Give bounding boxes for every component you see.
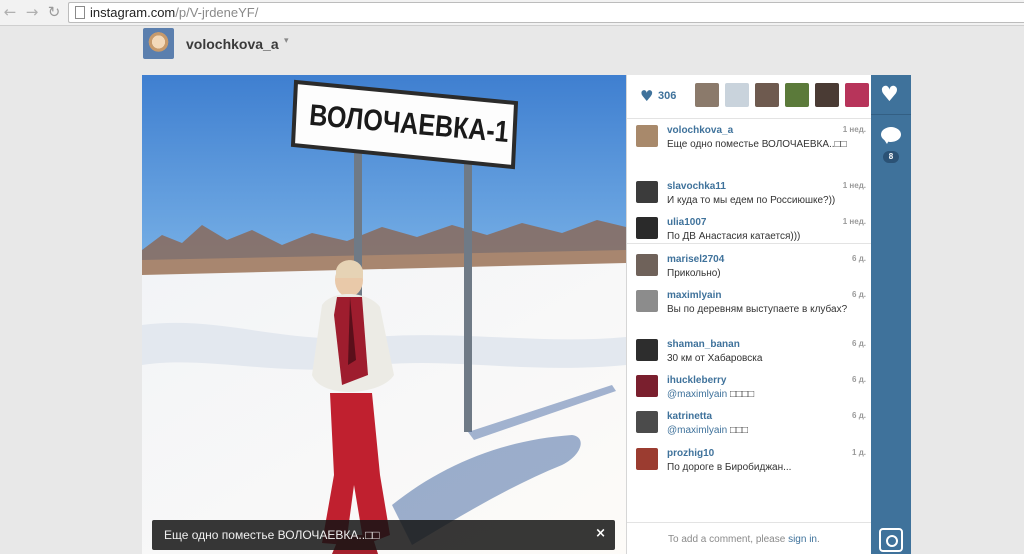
avatar[interactable]	[636, 125, 658, 147]
add-comment-prompt: To add a comment, please sign in.	[627, 522, 872, 554]
like-button[interactable]: ♥	[871, 75, 911, 115]
comment-timestamp: 1 нед.	[842, 125, 866, 134]
comment-timestamp: 6 д.	[852, 254, 866, 263]
comment-timestamp: 1 д.	[852, 448, 866, 457]
liker-avatar[interactable]	[815, 83, 839, 107]
comment-timestamp: 6 д.	[852, 339, 866, 348]
avatar[interactable]	[636, 217, 658, 239]
comment-timestamp: 6 д.	[852, 290, 866, 299]
comment-timestamp: 6 д.	[852, 411, 866, 420]
avatar[interactable]	[143, 28, 174, 59]
comment-text: 30 км от Хабаровска	[667, 353, 763, 364]
comment-count-badge: 8	[883, 151, 899, 163]
sign-in-link[interactable]: sign in	[788, 534, 817, 545]
liker-avatar[interactable]	[695, 83, 719, 107]
profile-username[interactable]: volochkova_a	[186, 36, 279, 52]
comment-username[interactable]: volochkova_a	[667, 125, 733, 136]
comment-divider	[627, 243, 872, 244]
comment-timestamp: 6 д.	[852, 375, 866, 384]
liker-avatar[interactable]	[845, 83, 869, 107]
mention-link[interactable]: @maximlyain	[667, 389, 727, 400]
comment-text: Прикольно)	[667, 268, 721, 279]
avatar[interactable]	[636, 448, 658, 470]
comment-text: Вы по деревням выступаете в клубах?	[667, 304, 848, 315]
chevron-down-icon[interactable]: ▾	[284, 36, 289, 46]
liker-avatar[interactable]	[755, 83, 779, 107]
liker-avatar[interactable]	[785, 83, 809, 107]
comment-username[interactable]: shaman_banan	[667, 339, 740, 350]
photo-caption: Еще одно поместье ВОЛОЧАЕВКА..□□	[164, 528, 380, 542]
reload-icon[interactable]: ↻	[46, 4, 62, 20]
like-count[interactable]: 306	[658, 90, 676, 102]
comment-username[interactable]: katrinetta	[667, 411, 712, 422]
avatar[interactable]	[636, 181, 658, 203]
photo-image: ВОЛОЧАЕВКА-1	[142, 75, 626, 554]
comment-timestamp: 1 нед.	[842, 217, 866, 226]
comment-text: И куда то мы едем по Россиюшке?))	[667, 195, 836, 206]
avatar[interactable]	[636, 411, 658, 433]
comment-text: По дороге в Биробиджан...	[667, 462, 792, 473]
avatar[interactable]	[636, 375, 658, 397]
comment-button[interactable]: 8	[871, 121, 911, 169]
caption-overlay: Еще одно поместье ВОЛОЧАЕВКА..□□ ×	[152, 520, 615, 550]
back-arrow-icon[interactable]: ←	[2, 4, 18, 20]
mention-link[interactable]: @maximlyain	[667, 425, 727, 436]
close-icon[interactable]: ×	[595, 526, 606, 541]
instagram-icon[interactable]	[879, 528, 903, 552]
avatar[interactable]	[636, 339, 658, 361]
address-bar[interactable]: instagram.com/p/V-jrdeneYF/	[68, 2, 1024, 23]
avatar[interactable]	[636, 290, 658, 312]
heart-icon: ♥	[640, 87, 654, 105]
comment-text: @maximlyain □□□	[667, 425, 749, 436]
photo[interactable]: ВОЛОЧАЕВКА-1 Еще одно поместье ВОЛОЧАЕВК…	[142, 75, 626, 554]
comment-username[interactable]: prozhig10	[667, 448, 714, 459]
liker-avatar[interactable]	[725, 83, 749, 107]
comments-panel: ♥ 306 volochkova_a 1 нед. Еще одно поместь…	[626, 75, 872, 554]
forward-arrow-icon[interactable]: →	[24, 4, 40, 20]
avatar[interactable]	[636, 254, 658, 276]
comment-username[interactable]: maximlyain	[667, 290, 721, 301]
likes-row: ♥ 306	[627, 75, 872, 119]
comment-username[interactable]: ihuckleberry	[667, 375, 726, 386]
heart-icon: ♥	[880, 82, 899, 106]
profile-header: volochkova_a ▾	[0, 27, 1024, 65]
comment-username[interactable]: marisel2704	[667, 254, 724, 265]
browser-toolbar: ← → ↻ instagram.com/p/V-jrdeneYF/	[0, 0, 1024, 26]
page-icon	[75, 6, 85, 19]
url-text[interactable]: instagram.com/p/V-jrdeneYF/	[90, 5, 258, 20]
comment-timestamp: 1 нед.	[842, 181, 866, 190]
action-sidebar: ♥ 8	[871, 75, 911, 554]
comment-username[interactable]: slavochka11	[667, 181, 726, 192]
comment-text: Еще одно поместье ВОЛОЧАЕВКА..□□	[667, 139, 847, 150]
comment-text: По ДВ Анастасия катается)))	[667, 231, 801, 242]
comment-text: @maximlyain □□□□	[667, 389, 755, 400]
comment-username[interactable]: ulia1007	[667, 217, 706, 228]
